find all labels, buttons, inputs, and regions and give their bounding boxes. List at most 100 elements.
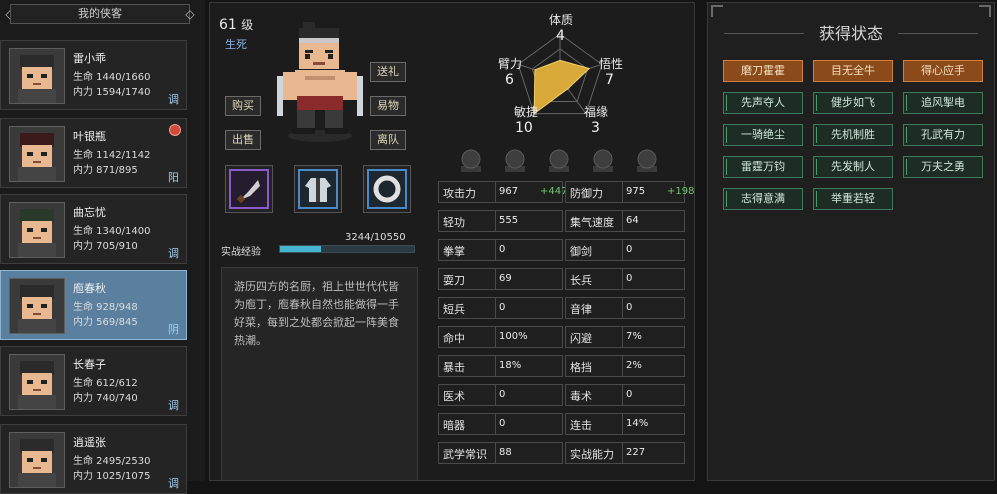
skill-slot-3[interactable] (546, 148, 572, 174)
radar-value-minjie: 10 (515, 120, 533, 136)
gift-button[interactable]: 送礼 (370, 62, 406, 82)
stat-name: 长兵 (570, 274, 592, 287)
stat-name: 医术 (443, 390, 465, 403)
status-buff[interactable]: 志得意满 (723, 188, 803, 210)
radar-value-biili: 6 (505, 72, 514, 88)
character-card[interactable]: 曲忘忧 生命 1340/1400 内力 705/910 调 (0, 194, 187, 264)
exp-bar (279, 245, 415, 253)
stat-cell: 毒术 0 (565, 384, 685, 406)
skill-slot-4[interactable] (590, 148, 616, 174)
stat-value: 227 (626, 447, 646, 458)
status-buff[interactable]: 先声夺人 (723, 92, 803, 114)
stat-name: 拳掌 (443, 245, 465, 258)
armor-slot[interactable] (294, 165, 342, 213)
radar-label-biili: 臂力 (497, 57, 522, 71)
frame-corner (979, 5, 991, 17)
status-buff[interactable]: 磨刀霍霍 (723, 60, 803, 82)
stat-cell: 集气速度 64 (565, 210, 685, 232)
stat-name: 实战能力 (570, 448, 614, 461)
status-buff[interactable]: 先机制胜 (813, 124, 893, 146)
status-buff[interactable]: 先发制人 (813, 156, 893, 178)
cell-divider (622, 298, 623, 318)
status-buff[interactable]: 健步如飞 (813, 92, 893, 114)
character-tag: 调 (168, 399, 179, 412)
cell-divider (495, 385, 496, 405)
stat-value: 14% (626, 418, 649, 429)
cell-divider (495, 327, 496, 347)
status-buff[interactable]: 举重若轻 (813, 188, 893, 210)
stat-cell: 短兵 0 (438, 297, 563, 319)
status-buff[interactable]: 孔武有力 (903, 124, 983, 146)
character-portrait-icon (18, 55, 56, 103)
radar-value-fuyuan: 3 (591, 120, 600, 136)
cell-divider (622, 327, 623, 347)
character-name: 长春子 (73, 358, 106, 371)
status-buff[interactable]: 一骑绝尘 (723, 124, 803, 146)
stat-name: 命中 (443, 332, 465, 345)
character-card[interactable]: 叶银瓶 生命 1142/1142 内力 871/895 阳 (0, 118, 187, 188)
character-portrait-icon (18, 361, 56, 409)
character-name: 叶银瓶 (73, 130, 106, 143)
radar-label-minjie: 敏捷 (513, 105, 538, 119)
avatar (9, 202, 65, 258)
character-tag: 调 (168, 93, 179, 106)
stat-value: 0 (499, 389, 506, 400)
character-tag: 阳 (168, 171, 179, 184)
hero-portrait (277, 22, 363, 142)
status-buff[interactable]: 万夫之勇 (903, 156, 983, 178)
cell-divider (622, 356, 623, 376)
status-buff[interactable]: 得心应手 (903, 60, 983, 82)
character-card[interactable]: 长春子 生命 612/612 内力 740/740 调 (0, 346, 187, 416)
character-card[interactable]: 逍遥张 生命 2495/2530 内力 1025/1075 调 (0, 424, 187, 494)
stat-name: 毒术 (570, 390, 592, 403)
sell-button[interactable]: 出售 (225, 130, 261, 150)
buy-button[interactable]: 购买 (225, 96, 261, 116)
exp-value: 3244/10550 (345, 232, 406, 243)
stat-name: 暗器 (443, 419, 465, 432)
stat-cell: 闪避 7% (565, 326, 685, 348)
scroll-right-icon[interactable]: ◇ (180, 4, 200, 24)
accessory-slot[interactable] (363, 165, 411, 213)
robe-icon (305, 178, 331, 202)
character-card[interactable]: 庖春秋 生命 928/948 内力 569/845 阴 (0, 270, 187, 340)
stat-cell: 音律 0 (565, 297, 685, 319)
character-hp: 生命 928/948 (73, 302, 138, 313)
character-mp: 内力 740/740 (73, 393, 138, 404)
stat-value: 2% (626, 360, 642, 371)
stat-cell: 攻击力 967 +447 (438, 181, 567, 203)
exp-label: 实战经验 (221, 247, 261, 258)
stat-cell: 暴击 18% (438, 355, 563, 377)
character-card[interactable]: 雷小乖 生命 1440/1660 内力 1594/1740 调 (0, 40, 187, 110)
character-hp: 生命 2495/2530 (73, 456, 151, 467)
skill-slot-1[interactable] (458, 148, 484, 174)
stat-name: 防御力 (570, 187, 603, 200)
character-name: 庖春秋 (73, 282, 106, 295)
radar-value-tizhi: 4 (556, 28, 565, 44)
stat-cell: 格挡 2% (565, 355, 685, 377)
stat-name: 格挡 (570, 361, 592, 374)
cell-divider (622, 385, 623, 405)
skill-slot-5[interactable] (634, 148, 660, 174)
avatar (9, 126, 65, 182)
skill-slot-2[interactable] (502, 148, 528, 174)
trade-button[interactable]: 易物 (370, 96, 406, 116)
cell-divider (622, 211, 623, 231)
status-buff[interactable]: 追风掣电 (903, 92, 983, 114)
cell-divider (495, 211, 496, 231)
avatar (9, 354, 65, 410)
status-buff[interactable]: 目无全牛 (813, 60, 893, 82)
cell-divider (495, 443, 496, 463)
leave-button[interactable]: 离队 (370, 130, 406, 150)
character-portrait-icon (18, 285, 56, 333)
character-portrait-icon (18, 209, 56, 257)
stat-name: 御剑 (570, 245, 592, 258)
weapon-slot[interactable] (225, 165, 273, 213)
status-buff[interactable]: 雷霆万钧 (723, 156, 803, 178)
radar-label-tizhi: 体质 (548, 13, 573, 27)
cell-divider (622, 240, 623, 260)
avatar (9, 278, 65, 334)
stat-value: 967 (499, 186, 519, 197)
avatar (9, 432, 65, 488)
stat-value: 0 (499, 302, 506, 313)
character-tag: 调 (168, 247, 179, 260)
